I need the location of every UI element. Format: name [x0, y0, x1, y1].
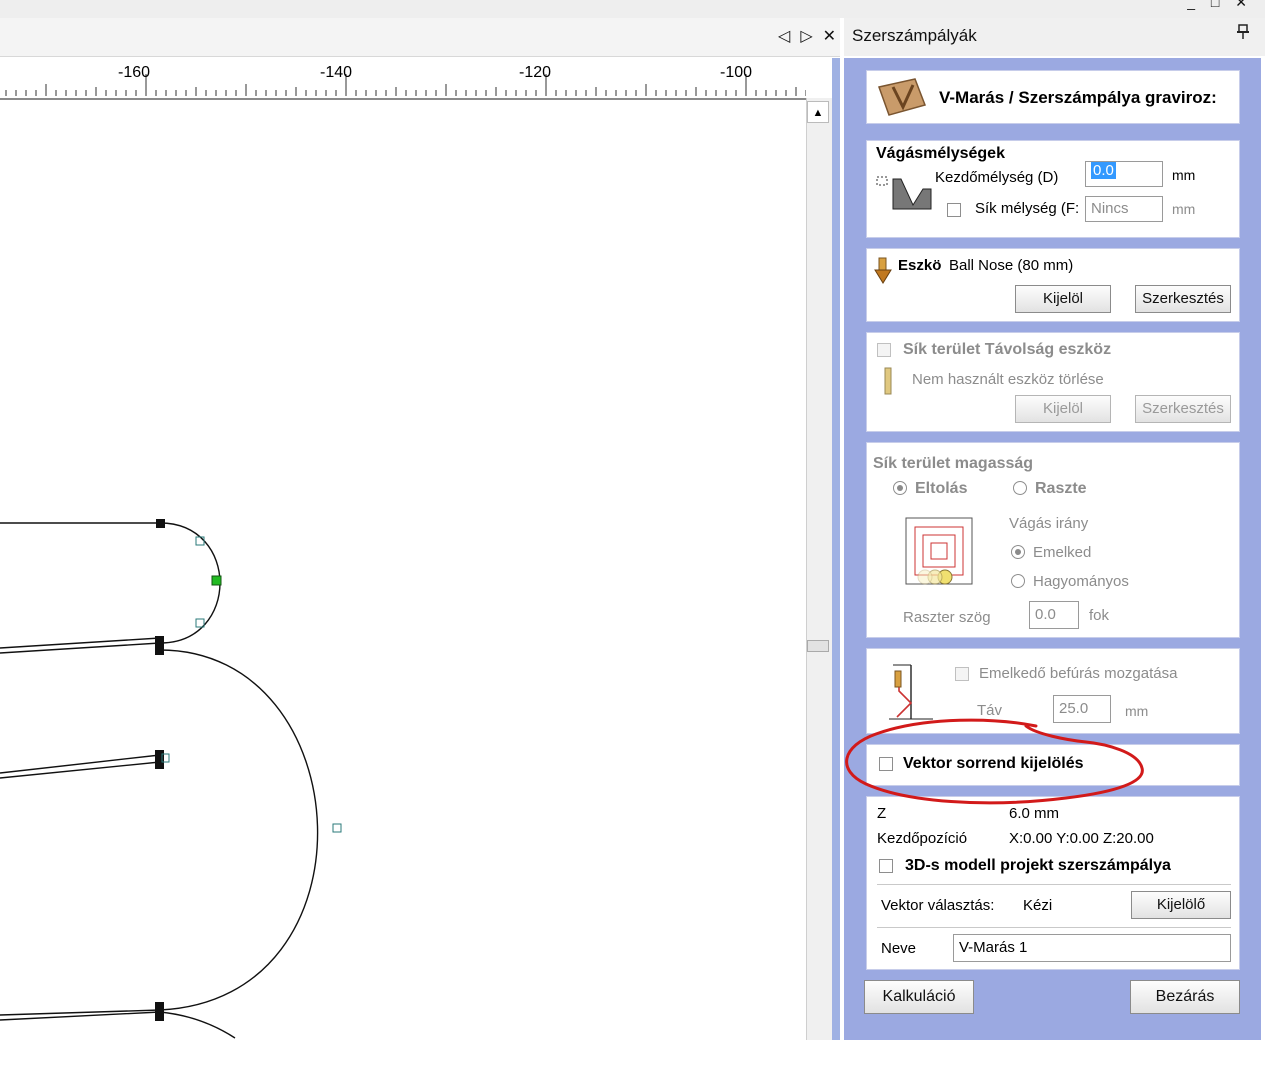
depth-diagram-icon [875, 175, 935, 219]
flat-depth-input[interactable]: Nincs [1085, 196, 1163, 222]
vector-node [156, 519, 165, 528]
offset-radio[interactable] [893, 481, 907, 495]
flat-depth-unit: mm [1172, 201, 1196, 217]
start-depth-input[interactable]: 0.0 [1085, 161, 1163, 187]
tool-edit-button[interactable]: Szerkesztés [1135, 285, 1231, 313]
panel-splitter[interactable] [832, 58, 840, 1040]
start-depth-value: 0.0 [1091, 162, 1116, 179]
vertical-scrollbar[interactable] [806, 98, 833, 1040]
toolpath-panel: V-Marás / Szerszámpálya graviroz: Vágásm… [844, 58, 1261, 1040]
nav-left-icon[interactable]: ◁ [778, 26, 790, 46]
model-toolpath-label: 3D-s modell projekt szerszámpálya [905, 857, 1171, 874]
close-button[interactable]: Bezárás [1130, 980, 1240, 1014]
calculate-button[interactable]: Kalkuláció [864, 980, 974, 1014]
flat-depth-label: Sík mélység (F: [975, 200, 1080, 217]
close-document-icon[interactable]: ✕ [823, 26, 836, 46]
v-carve-icon [875, 77, 927, 121]
conventional-radio[interactable] [1011, 574, 1025, 588]
clear-unused-tool-label: Nem használt eszköz törlése [912, 371, 1104, 388]
flat-tool-select-button[interactable]: Kijelöl [1015, 395, 1111, 423]
vector-node [155, 750, 164, 769]
offset-pattern-icon [905, 517, 975, 591]
offset-label: Eltolás [915, 480, 968, 497]
vector-select-button[interactable]: Kijelölő [1131, 891, 1231, 919]
start-position-label: Kezdőpozíció [877, 830, 968, 847]
flat-tool-icon [883, 367, 893, 399]
scroll-up-button[interactable]: ▲ [807, 101, 829, 123]
window-controls[interactable]: _ □ ✕ [1187, 0, 1253, 11]
toolpath-header: V-Marás / Szerszámpálya graviroz: [866, 70, 1240, 124]
raster-angle-input[interactable]: 0.0 [1029, 601, 1079, 629]
flat-area-height-title: Sík terület magasság [873, 455, 1034, 472]
control-point [195, 536, 205, 546]
vector-path [0, 1011, 236, 1039]
highlight-annotation [845, 718, 1144, 805]
vector-node [155, 1002, 164, 1021]
document-tab-bar [0, 18, 840, 57]
tool-label: Eszkö [898, 257, 942, 274]
cut-depths-title: Vágásmélységek [876, 145, 1005, 162]
start-depth-label: Kezdőmélység (D) [935, 169, 1059, 186]
tool-select-button[interactable]: Kijelöl [1015, 285, 1111, 313]
summary-section: Z 6.0 mm Kezdőpozíció X:0.00 Y:0.00 Z:20… [866, 796, 1240, 970]
vector-path [0, 522, 221, 654]
ruler-label: -140 [320, 64, 353, 81]
tool-name: Ball Nose (80 mm) [949, 257, 1074, 274]
vector-drawing [0, 519, 342, 1039]
conventional-label: Hagyományos [1033, 573, 1129, 590]
climb-label: Emelked [1033, 544, 1092, 561]
ruler-label: -120 [519, 64, 552, 81]
control-point [332, 823, 342, 833]
vector-selection-value: Kézi [1023, 897, 1053, 914]
tool-section: Eszkö Ball Nose (80 mm) Kijelöl Szerkesz… [866, 248, 1240, 322]
flat-tool-edit-button[interactable]: Szerkesztés [1135, 395, 1231, 423]
horizontal-ruler: -160 -140 -120 -100 [0, 58, 807, 100]
start-position-value: X:0.00 Y:0.00 Z:20.00 [1009, 830, 1154, 847]
raster-angle-label: Raszter szög [903, 609, 991, 626]
pin-icon[interactable] [1236, 24, 1250, 45]
climb-radio[interactable] [1011, 545, 1025, 559]
name-label: Neve [881, 940, 917, 957]
divider [877, 884, 1231, 885]
drawing-canvas[interactable] [0, 100, 806, 1040]
ruler-label: -160 [118, 64, 151, 81]
ramp-checkbox[interactable] [955, 667, 969, 681]
flat-depth-checkbox[interactable] [947, 203, 961, 217]
cut-depths-section: Vágásmélységek Kezdőmélység (D) 0.0 mm S… [866, 140, 1240, 238]
scroll-thumb[interactable] [807, 640, 829, 652]
flat-area-height-section: Sík terület magasság Eltolás Raszte Vágá… [866, 442, 1240, 638]
selected-node [211, 575, 222, 586]
ruler-label: -100 [720, 64, 753, 81]
document-nav: ◁ ▷ ✕ [778, 26, 836, 46]
toolpath-title: V-Marás / Szerszámpálya graviroz: [939, 88, 1217, 107]
toolpath-name-input[interactable]: V-Marás 1 [953, 934, 1231, 962]
vector-path [0, 637, 161, 649]
cut-direction-label: Vágás irány [1009, 515, 1089, 532]
flat-area-tool-title: Sík terület Távolság eszköz [903, 341, 1112, 358]
ramp-label: Emelkedő befúrás mozgatása [979, 665, 1178, 682]
start-depth-unit: mm [1172, 167, 1196, 183]
flat-area-tool-section: Sík terület Távolság eszköz Nem használt… [866, 332, 1240, 432]
raster-radio[interactable] [1013, 481, 1027, 495]
window-top-strip [0, 0, 1265, 18]
raster-label: Raszte [1035, 480, 1087, 497]
raster-angle-unit: fok [1089, 607, 1110, 624]
vector-selection-label: Vektor választás: [881, 897, 995, 914]
divider [877, 927, 1231, 928]
flat-area-tool-checkbox[interactable] [877, 343, 891, 357]
vector-node [155, 636, 164, 655]
tool-icon [873, 257, 893, 289]
panel-title: Szerszámpályák [852, 26, 977, 45]
model-toolpath-checkbox[interactable] [879, 859, 893, 873]
nav-right-icon[interactable]: ▷ [800, 26, 812, 46]
vector-path [0, 649, 319, 1016]
